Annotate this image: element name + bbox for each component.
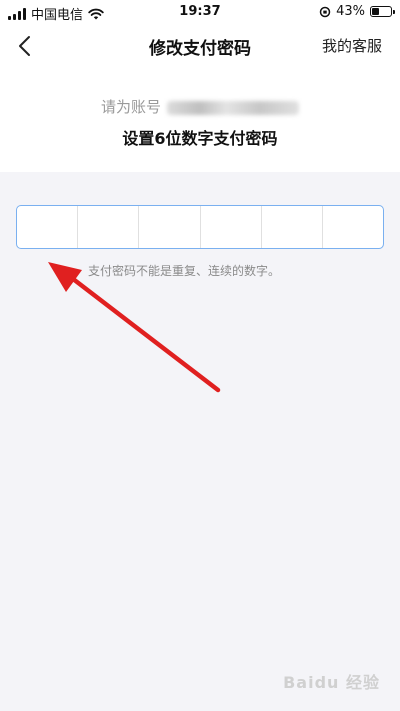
battery-percent: 43% — [336, 4, 365, 19]
header-section: 请为账号 设置6位数字支付密码 — [0, 68, 400, 172]
pin-cell[interactable] — [139, 206, 201, 248]
pin-cell[interactable] — [262, 206, 323, 248]
orientation-lock-icon — [319, 6, 331, 17]
pin-cell[interactable] — [201, 206, 262, 248]
status-bar: 中国电信 19:37 43% — [0, 0, 400, 24]
account-prefix: 请为账号 — [100, 98, 161, 116]
pin-cell[interactable] — [78, 206, 140, 248]
pin-input[interactable] — [16, 205, 384, 249]
account-line: 请为账号 — [0, 96, 400, 117]
pin-cell[interactable] — [17, 206, 79, 248]
instruction-text: 设置6位数字支付密码 — [122, 129, 278, 148]
customer-service-button[interactable]: 我的客服 — [322, 35, 382, 56]
watermark: Baidu 经验 — [283, 673, 380, 692]
pin-cell[interactable] — [323, 206, 383, 248]
hint-text: 支付密码不能是重复、连续的数字。 — [88, 264, 281, 278]
nav-bar: 修改支付密码 我的客服 — [0, 24, 400, 68]
status-right: 43% — [319, 4, 395, 19]
battery-icon — [370, 6, 395, 17]
account-redacted — [167, 100, 299, 115]
